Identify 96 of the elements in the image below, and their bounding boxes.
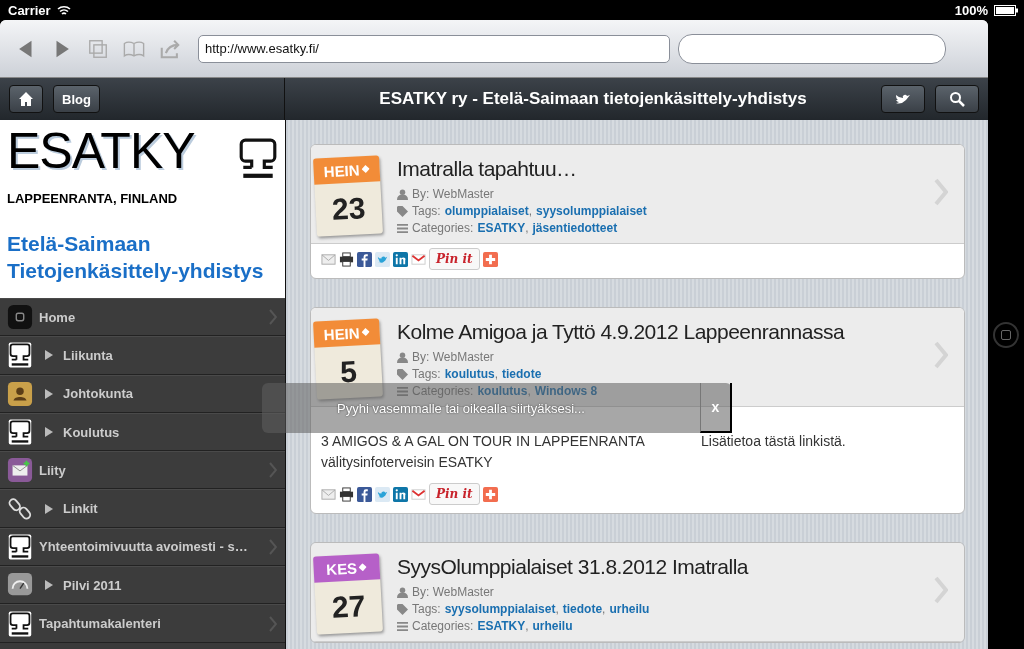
esatky-logo-icon: [7, 533, 33, 560]
menu-item[interactable]: Pilvi 2011: [0, 566, 285, 605]
person-icon: [397, 586, 408, 598]
author-label: By: WebMaster: [412, 187, 494, 201]
search-icon: [949, 91, 965, 107]
tags-label: Tags:: [412, 204, 441, 218]
tag-link[interactable]: koulutus: [444, 367, 495, 381]
logo-subtitle: LAPPEENRANTA, FINLAND: [7, 191, 179, 209]
wifi-icon: [56, 4, 71, 16]
address-field[interactable]: http://www.esatky.fi/: [198, 34, 670, 63]
person-icon: [397, 188, 408, 200]
category-link[interactable]: jäsentiedotteet: [532, 221, 618, 235]
excerpt-text: Lisätietoa tästä linkistä.: [701, 432, 847, 451]
gmail-icon[interactable]: [411, 486, 426, 502]
battery-icon: [994, 4, 1018, 16]
pin-it-button[interactable]: Pin it: [429, 483, 480, 505]
diamond-icon: [358, 562, 368, 572]
post-title[interactable]: Kolme Amigoa ja Tyttö 4.9.2012 Lappeenrannassa: [397, 320, 918, 344]
excerpt-text: 3 AMIGOS & A GAL ON TOUR IN LAPPEENRANTA välitysinfoterveisin ESATKY: [321, 432, 646, 472]
print-icon[interactable]: [339, 251, 354, 267]
blog-button[interactable]: Blog: [53, 85, 100, 113]
category-link[interactable]: urheilu: [532, 619, 573, 633]
separator: ,: [525, 619, 529, 633]
month-label: HEIN: [323, 323, 360, 343]
logo-title: ESATKY: [7, 126, 196, 181]
gmail-icon[interactable]: [411, 251, 426, 267]
diamond-icon: [361, 164, 370, 174]
person-icon: [397, 351, 408, 363]
post-title[interactable]: Imatralla tapahtuu…: [397, 157, 918, 181]
mail-icon: [7, 457, 33, 484]
tagline: Etelä-Saimaan Tietojenkäsittely-yhdistys: [7, 230, 265, 285]
home-icon: [18, 91, 34, 107]
home-button[interactable]: [9, 85, 43, 113]
linkedin-icon[interactable]: [393, 251, 408, 267]
battery-percentage: 100%: [954, 2, 988, 18]
menu-item[interactable]: Johtokunta: [0, 374, 285, 413]
post-title[interactable]: SyysOlumppialaiset 31.8.2012 Imatralla: [397, 555, 918, 579]
category-link[interactable]: ESATKY: [477, 221, 526, 235]
pin-it-button[interactable]: Pin it: [429, 248, 480, 270]
facebook-icon[interactable]: [357, 251, 372, 267]
facebook-icon[interactable]: [357, 486, 372, 502]
day-number: 23: [330, 190, 368, 228]
esatky-logo-icon: [7, 610, 33, 637]
twitter-icon[interactable]: [375, 251, 390, 267]
separator: ,: [528, 204, 533, 218]
menu-item[interactable]: Koulutus: [0, 412, 285, 452]
category-link[interactable]: ESATKY: [477, 619, 526, 633]
tag-icon: [397, 368, 408, 380]
menu-item[interactable]: Liity: [0, 451, 285, 490]
carrier-label: Carrier: [8, 2, 51, 18]
tag-link[interactable]: syysolumppialaiset: [536, 204, 647, 218]
month-label: KES: [325, 559, 358, 578]
esatky-logo-icon: [7, 419, 33, 446]
tags-label: Tags:: [412, 367, 441, 381]
menu-item[interactable]: Yhteentoimivuutta avoimesti - s…: [0, 527, 285, 567]
separator: ,: [525, 221, 529, 235]
search-field[interactable]: [678, 33, 946, 64]
tag-link[interactable]: urheilu: [609, 602, 650, 616]
separator: ,: [555, 602, 559, 616]
list-icon: [397, 385, 408, 397]
diamond-icon: [361, 327, 370, 337]
search-button[interactable]: [935, 85, 979, 113]
menu-item[interactable]: Tapahtumakalenteri: [0, 604, 285, 643]
list-icon: [397, 222, 408, 234]
separator: ,: [527, 384, 531, 398]
esatky-logo-icon: [7, 342, 33, 369]
tag-icon: [397, 603, 408, 615]
twitter-icon[interactable]: [375, 486, 390, 502]
tags-label: Tags:: [412, 602, 441, 616]
author-label: By: WebMaster: [412, 350, 494, 364]
tag-link[interactable]: olumppialaiset: [444, 204, 529, 218]
plus-icon[interactable]: [482, 486, 498, 502]
plus-icon[interactable]: [482, 251, 498, 267]
print-icon[interactable]: [339, 486, 354, 502]
menu-item[interactable]: Liikunta: [0, 336, 285, 375]
list-icon: [397, 620, 408, 632]
separator: ,: [602, 602, 606, 616]
linkedin-icon[interactable]: [393, 486, 408, 502]
separator: ,: [494, 367, 499, 381]
categories-label: Categories:: [412, 619, 474, 633]
menu-item[interactable]: Linkit: [0, 489, 285, 528]
day-number: 5: [338, 353, 359, 391]
phone-icon: [7, 304, 33, 331]
tag-icon: [397, 205, 408, 217]
author-label: By: WebMaster: [412, 585, 494, 599]
tag-link[interactable]: tiedote: [502, 367, 542, 381]
menu-item[interactable]: Home: [0, 298, 285, 337]
categories-label: Categories:: [412, 221, 474, 235]
home-hardware-button[interactable]: [993, 321, 1019, 348]
twitter-button[interactable]: [881, 85, 925, 113]
contacts-icon: [7, 380, 33, 407]
toast-message: Pyyhi vasemmalle tai oikealla siirtyäksesi...: [337, 400, 585, 416]
month-label: HEIN: [323, 160, 360, 180]
day-number: 27: [330, 588, 368, 626]
site-title: ESATKY ry - Etelä-Saimaan tietojenkäsittely-yhdistys: [378, 89, 808, 109]
chain-link-icon: [7, 495, 33, 522]
